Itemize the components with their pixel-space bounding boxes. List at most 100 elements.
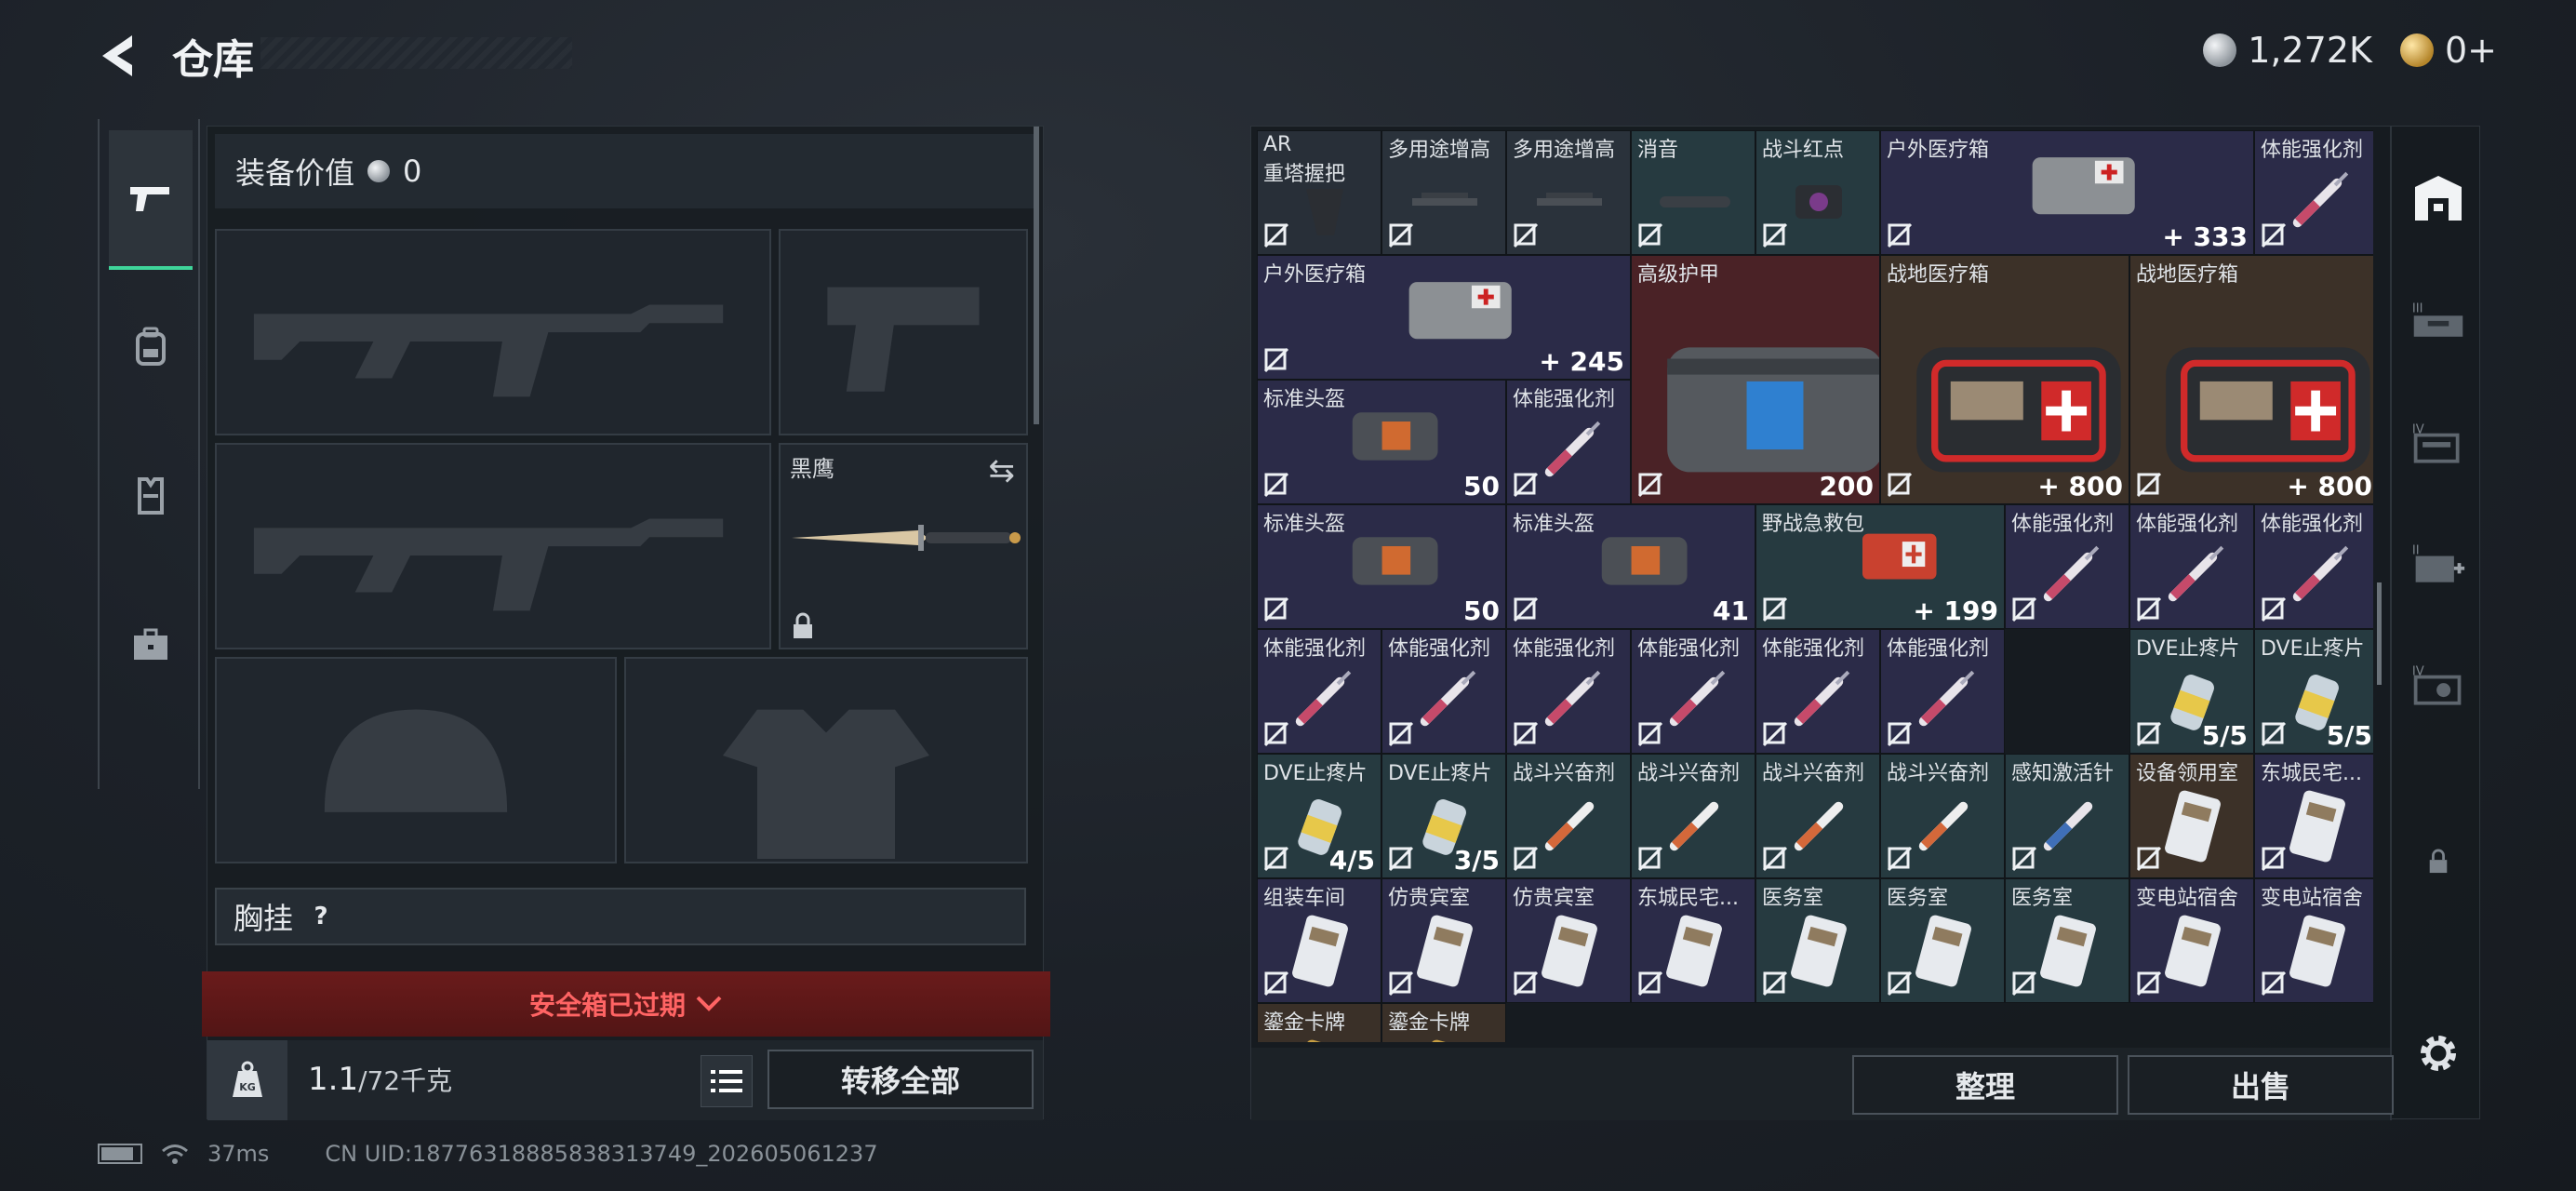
storage-item[interactable]: 仿贵宾室 bbox=[1381, 878, 1506, 1003]
card-icon bbox=[2165, 915, 2221, 987]
no-trade-icon bbox=[1637, 472, 1663, 498]
storage-item[interactable]: 战斗兴奋剂 bbox=[1755, 754, 1880, 878]
storage-item[interactable]: DVE止疼片 5/5 bbox=[2129, 629, 2254, 754]
storage-item[interactable]: 体能强化剂 bbox=[1506, 629, 1631, 754]
storage-item[interactable]: 标准头盔 50 bbox=[1257, 504, 1506, 629]
armor-silhouette-icon bbox=[722, 709, 929, 859]
syringe-icon bbox=[1669, 670, 1726, 727]
storage-item[interactable]: 体能强化剂 bbox=[1506, 380, 1631, 504]
medical-box-2-icon[interactable]: II bbox=[2410, 536, 2466, 592]
storage-item[interactable]: 体能强化剂 bbox=[2254, 130, 2373, 255]
transfer-all-button[interactable]: 转移全部 bbox=[767, 1050, 1034, 1109]
item-name: 消音 bbox=[1637, 139, 1679, 162]
tab-weapons[interactable] bbox=[109, 130, 193, 270]
storage-item[interactable]: 战斗兴奋剂 bbox=[1631, 754, 1755, 878]
storage-item[interactable]: 医务室 bbox=[1880, 878, 2005, 1003]
armor-slot[interactable] bbox=[624, 657, 1028, 863]
storage-item[interactable]: 体能强化剂 bbox=[1631, 629, 1755, 754]
storage-item[interactable]: 变电站宿舍 bbox=[2254, 878, 2373, 1003]
help-icon[interactable]: ? bbox=[306, 902, 336, 931]
storage-item[interactable]: 标准头盔 50 bbox=[1257, 380, 1506, 504]
secondary-weapon-slot[interactable] bbox=[215, 443, 771, 649]
syringe-icon bbox=[2292, 545, 2349, 602]
storage-item[interactable]: DVE止疼片 5/5 bbox=[2254, 629, 2373, 754]
no-trade-icon bbox=[1637, 721, 1663, 747]
storage-item[interactable]: 高级护甲 200 bbox=[1631, 255, 1880, 504]
sort-button[interactable]: 整理 bbox=[1852, 1055, 2118, 1115]
storage-item[interactable]: AR 重塔握把 bbox=[1257, 130, 1381, 255]
chest-rig-row[interactable]: 胸挂 ? bbox=[215, 888, 1026, 945]
back-arrow-icon[interactable] bbox=[93, 28, 158, 84]
swap-icon[interactable]: ⇆ bbox=[989, 452, 1016, 489]
storage-item[interactable]: 体能强化剂 bbox=[2005, 504, 2129, 629]
item-name: 标准头盔 bbox=[1263, 513, 1346, 536]
storage-item[interactable]: 战斗红点 bbox=[1755, 130, 1880, 255]
storage-item[interactable]: 体能强化剂 bbox=[1755, 629, 1880, 754]
tab-toolbox[interactable] bbox=[109, 575, 193, 715]
storage-item[interactable]: 体能强化剂 bbox=[2254, 504, 2373, 629]
storage-box-3-icon[interactable]: III bbox=[2410, 292, 2466, 348]
knife-icon bbox=[792, 525, 1021, 551]
weight-capacity: /72千克 bbox=[358, 1065, 453, 1096]
title-decoration bbox=[260, 37, 572, 69]
storage-item[interactable]: DVE止疼片 4/5 bbox=[1257, 754, 1381, 878]
storage-item[interactable]: 鎏金卡牌 bbox=[1381, 1003, 1506, 1042]
storage-item[interactable]: 户外医疗箱 + 245 bbox=[1257, 255, 1631, 380]
storage-item[interactable]: 感知激活针 bbox=[2005, 754, 2129, 878]
storage-item[interactable]: 东城民宅... bbox=[2254, 754, 2373, 878]
storage-item[interactable]: 多用途增高 bbox=[1381, 130, 1506, 255]
storage-item[interactable]: 体能强化剂 bbox=[2129, 504, 2254, 629]
storage-item[interactable]: 体能强化剂 bbox=[1880, 629, 2005, 754]
item-name: 战地医疗箱 bbox=[2136, 263, 2239, 287]
no-trade-icon bbox=[1263, 347, 1289, 373]
storage-grid: AR 重塔握把 多用途增高 多用途增高 消音 战斗红点 户外医疗箱 + 333 体能强化剂 户外医… bbox=[1257, 130, 2373, 1042]
storage-item[interactable]: DVE止疼片 3/5 bbox=[1381, 754, 1506, 878]
storage-item[interactable]: 户外医疗箱 + 333 bbox=[1880, 130, 2254, 255]
item-name: 体能强化剂 bbox=[2011, 513, 2115, 536]
storage-item[interactable]: 体能强化剂 bbox=[1381, 629, 1506, 754]
uid-readout: CN UID:18776318885838313749_202605061237 bbox=[325, 1141, 878, 1167]
storage-item[interactable]: 野战急救包 + 199 bbox=[1755, 504, 2005, 629]
storage-item[interactable]: 战斗兴奋剂 bbox=[1506, 754, 1631, 878]
storage-item[interactable]: 战斗兴奋剂 bbox=[1880, 754, 2005, 878]
list-view-button[interactable] bbox=[701, 1055, 753, 1107]
gold-amount[interactable]: 0+ bbox=[2445, 30, 2497, 71]
storage-item[interactable]: 仿贵宾室 bbox=[1506, 878, 1631, 1003]
storage-item[interactable]: 医务室 bbox=[1755, 878, 1880, 1003]
storage-item[interactable]: 战地医疗箱 + 800 bbox=[2129, 255, 2373, 504]
syringe-icon bbox=[2043, 545, 2100, 602]
sell-button[interactable]: 出售 bbox=[2128, 1055, 2394, 1115]
item-name: 变电站宿舍 bbox=[2261, 887, 2364, 910]
no-trade-icon bbox=[2011, 970, 2037, 997]
tab-backpack[interactable] bbox=[109, 277, 193, 417]
safe-box-expired-banner[interactable]: 安全箱已过期 bbox=[202, 971, 1050, 1037]
storage-item[interactable]: 医务室 bbox=[2005, 878, 2129, 1003]
list-icon bbox=[711, 1070, 742, 1092]
storage-item[interactable]: 鎏金卡牌 bbox=[1257, 1003, 1381, 1042]
storage-item[interactable]: 标准头盔 41 bbox=[1506, 504, 1755, 629]
item-name: 东城民宅... bbox=[2261, 762, 2362, 785]
helmet-slot[interactable] bbox=[215, 657, 617, 863]
storage-item[interactable]: 东城民宅... bbox=[1631, 878, 1755, 1003]
storage-item[interactable]: 战地医疗箱 + 800 bbox=[1880, 255, 2129, 504]
equipment-box-4-icon[interactable]: IV bbox=[2410, 657, 2466, 713]
no-trade-icon bbox=[1637, 846, 1663, 872]
storage-item[interactable]: 消音 bbox=[1631, 130, 1755, 255]
item-name: 体能强化剂 bbox=[2136, 513, 2239, 536]
storage-item[interactable]: 组装车间 bbox=[1257, 878, 1381, 1003]
storage-item[interactable]: 设备领用室 bbox=[2129, 754, 2254, 878]
storage-box-4-icon[interactable]: IV bbox=[2410, 415, 2466, 471]
gear-icon[interactable] bbox=[2410, 1025, 2466, 1081]
storage-item[interactable]: 多用途增高 bbox=[1506, 130, 1631, 255]
melee-slot[interactable]: 黑鹰 ⇆ bbox=[779, 443, 1028, 649]
primary-weapon-slot[interactable] bbox=[215, 229, 771, 435]
equipment-scrollbar[interactable] bbox=[1034, 127, 1039, 424]
sidearm-slot[interactable] bbox=[779, 229, 1028, 435]
tab-vest[interactable] bbox=[109, 426, 193, 566]
storage-scrollbar[interactable] bbox=[2377, 582, 2382, 685]
storage-item[interactable]: 体能强化剂 bbox=[1257, 629, 1381, 754]
no-trade-icon bbox=[1762, 846, 1788, 872]
storage-item[interactable]: 变电站宿舍 bbox=[2129, 878, 2254, 1003]
warehouse-tab-icon[interactable] bbox=[2410, 171, 2466, 227]
backpack-weight: 1.1/72千克 bbox=[308, 1061, 452, 1098]
